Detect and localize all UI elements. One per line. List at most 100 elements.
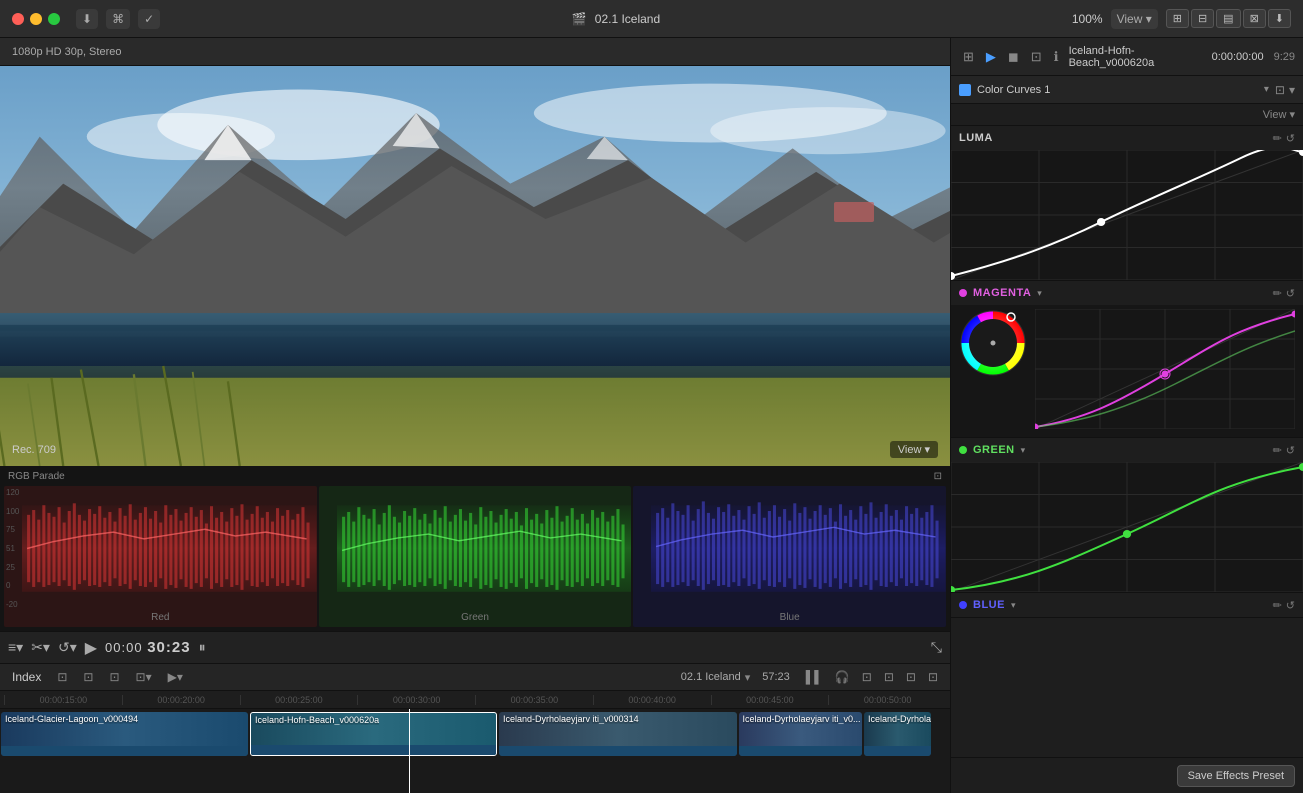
clip-audio [251,745,496,755]
blue-title: BLUE [973,599,1005,611]
export-icon[interactable]: ⬇ [1268,9,1291,28]
index-label: Index [8,668,45,686]
green-dot [959,446,967,454]
tools-icon[interactable]: ✂▾ [31,639,50,656]
arrows-icon[interactable]: ⊡ [924,668,942,686]
layout-icon-3[interactable]: ▤ [1216,9,1240,28]
filmstrip-icon[interactable]: ⊡ [53,668,71,686]
zoom-label[interactable]: 100% [1072,12,1103,26]
waveform-expand-icon[interactable]: ⊡ [934,471,942,482]
green-title: GREEN [973,444,1015,456]
magenta-icons: ✏ ↺ [1273,287,1295,300]
magenta-chevron[interactable]: ▾ [1037,288,1042,299]
speed-icon[interactable]: ↺▾ [58,639,77,656]
waveform-blue-panel: Blue [633,486,946,627]
pause-button[interactable]: ⏸ [199,639,206,656]
inspector-view-icon[interactable]: ⊡ [1027,47,1046,67]
luma-curve-canvas[interactable] [951,150,1303,280]
waveform-red-bars [22,486,317,611]
check-icon-button[interactable]: ✓ [138,9,160,29]
magenta-curve-graph[interactable] [1035,309,1295,429]
magenta-picker-icon[interactable]: ✏ [1273,287,1282,300]
minimize-button[interactable] [30,13,42,25]
timeline-toolbar-right: 02.1 Iceland ▾ 57:23 ▌▌ 🎧 ⊡ ⊡ ⊡ ⊡ [681,668,942,686]
green-reset-icon[interactable]: ↺ [1286,444,1295,457]
clip-audio [864,746,931,756]
magenta-curve-canvas[interactable] [951,305,1303,437]
waveform-red-panel: 1201007551250-20 [4,486,317,627]
green-header: GREEN ▾ ✏ ↺ [951,438,1303,462]
video-rec-label: Rec. 709 [12,444,56,456]
magenta-section: MAGENTA ▾ ✏ ↺ [951,281,1303,438]
inspector-header: ⊞ ▶ ◼ ⊡ ℹ Iceland-Hofn-Beach_v000620a 0:… [951,38,1303,76]
blue-chevron[interactable]: ▾ [1011,600,1016,611]
fullscreen-button[interactable] [48,13,60,25]
luma-reset-icon[interactable]: ↺ [1286,132,1295,145]
traffic-lights [12,13,60,25]
layout-icon-1[interactable]: ⊞ [1166,9,1189,28]
layout-icon-4[interactable]: ⊠ [1243,9,1266,28]
blue-dot [959,601,967,609]
ruler-mark: 00:00:25:00 [240,695,358,705]
expand-icon[interactable]: ⊡ [902,668,920,686]
ruler-marks: 00:00:15:00 00:00:20:00 00:00:25:00 00:0… [4,695,946,705]
green-curve-canvas[interactable] [951,462,1303,592]
inspector-filename: Iceland-Hofn-Beach_v000620a [1069,45,1206,69]
arrow-icon[interactable]: ▶▾ [164,668,187,686]
cc-copy-icon[interactable]: ⊡ [1275,83,1285,97]
audio-icon[interactable]: ⊡ [858,668,876,686]
save-effects-preset-button[interactable]: Save Effects Preset [1177,765,1295,787]
chevron-down-icon[interactable]: ▾ [1264,84,1269,95]
ruler-mark: 00:00:50:00 [828,695,946,705]
clip-glacier[interactable]: Iceland-Glacier-Lagoon_v000494 [1,712,248,756]
inspector-play-icon[interactable]: ▶ [982,47,1000,67]
layout-icon[interactable]: ⊡▾ [132,668,156,686]
green-picker-icon[interactable]: ✏ [1273,444,1282,457]
luma-picker-icon[interactable]: ✏ [1273,132,1282,145]
layout-icon-2[interactable]: ⊟ [1191,9,1214,28]
main-layout: 1080p HD 30p, Stereo [0,38,1303,793]
blue-picker-icon[interactable]: ✏ [1273,599,1282,612]
inspector-grid-icon[interactable]: ⊞ [959,47,978,67]
inspector-info-icon[interactable]: ℹ [1050,47,1063,67]
grid-icon[interactable]: ⊡ [79,668,97,686]
color-curves-checkbox[interactable] [959,84,971,96]
curves-scroll[interactable]: LUMA ✏ ↺ [951,126,1303,757]
clip-audio [739,746,863,756]
magenta-reset-icon[interactable]: ↺ [1286,287,1295,300]
blue-reset-icon[interactable]: ↺ [1286,599,1295,612]
download-icon-button[interactable]: ⬇ [76,9,98,29]
ruler-mark: 00:00:40:00 [593,695,711,705]
list-icon[interactable]: ⊡ [105,668,123,686]
color-wheel[interactable] [959,309,1027,377]
inspector-stop-icon[interactable]: ◼ [1004,47,1023,67]
close-button[interactable] [12,13,24,25]
timeline-tracks[interactable]: Iceland-Glacier-Lagoon_v000494 Iceland-H… [0,709,950,793]
video-preview[interactable]: Rec. 709 View ▾ [0,66,950,466]
ruler-mark: 00:00:30:00 [357,695,475,705]
clip-dyr1[interactable]: Iceland-Dyrholaeyjarv iti_v000314 [499,712,737,756]
clip-audio [1,746,248,756]
fullscreen-icon[interactable]: ⤡ [931,639,942,656]
clip-dyr3[interactable]: Iceland-Dyrholaey [864,712,931,756]
cc-menu-icon[interactable]: ▾ [1289,83,1295,97]
timecode-display: 00:00 30:23 [105,639,191,656]
inspector-end-time: 9:29 [1274,51,1295,63]
play-button[interactable]: ▶ [85,638,97,658]
clip-dyr2[interactable]: Iceland-Dyrholaeyjarv iti_v0... [739,712,863,756]
view-button[interactable]: View ▾ [1263,108,1295,121]
clip-audio [499,746,737,756]
list-view-icon[interactable]: ≡▾ [8,639,23,656]
waveform-content: 1201007551250-20 [0,486,950,631]
playhead [409,709,410,793]
view-button[interactable]: View ▾ [1111,9,1158,29]
clip-hofn[interactable]: Iceland-Hofn-Beach_v000620a [250,712,497,756]
left-panel: 1080p HD 30p, Stereo [0,38,951,793]
video-view-button[interactable]: View ▾ [890,441,938,458]
key-icon-button[interactable]: ⌘ [106,9,130,29]
audio-meter-icon[interactable]: ▌▌ [802,668,827,686]
headphone-icon[interactable]: 🎧 [831,668,854,686]
timeline-view-icon[interactable]: ⊡ [880,668,898,686]
green-chevron[interactable]: ▾ [1021,445,1026,456]
timeline-track: Iceland-Glacier-Lagoon_v000494 Iceland-H… [0,709,950,759]
